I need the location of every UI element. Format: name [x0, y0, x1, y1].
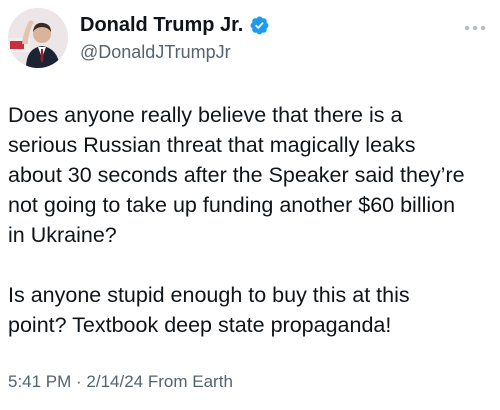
author-name-row: Donald Trump Jr.: [80, 14, 270, 37]
more-options-icon[interactable]: [462, 18, 488, 38]
avatar-photo: [8, 8, 68, 68]
meta-separator: ·: [71, 372, 87, 391]
author-avatar[interactable]: [8, 8, 68, 68]
tweet-metadata: 5:41 PM · 2/14/24 From Earth: [8, 372, 233, 392]
tweet-date[interactable]: 2/14/24: [86, 372, 143, 391]
author-display-name[interactable]: Donald Trump Jr.: [80, 14, 243, 37]
verified-badge-icon: [250, 16, 269, 35]
tweet-source: From Earth: [143, 372, 233, 391]
tweet-paragraph: Is anyone stupid enough to buy this at t…: [8, 283, 410, 337]
tweet-time[interactable]: 5:41 PM: [8, 372, 71, 391]
author-handle[interactable]: @DonaldJTrumpJr: [80, 42, 231, 63]
tweet-text: Does anyone really believe that there is…: [8, 100, 492, 340]
tweet-paragraph: Does anyone really believe that there is…: [8, 103, 465, 247]
tweet-card: Donald Trump Jr. @DonaldJTrumpJr Does an…: [0, 0, 500, 410]
